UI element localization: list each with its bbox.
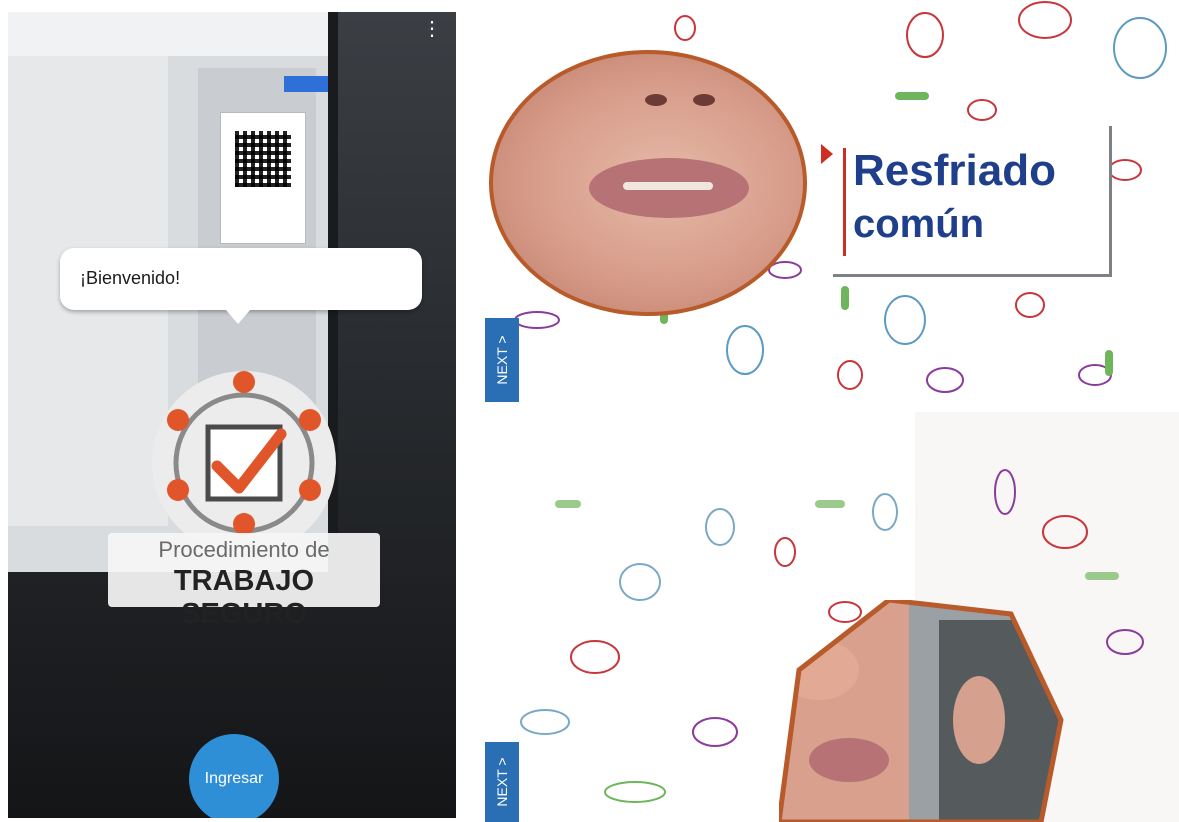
browser-topbar [8, 12, 328, 56]
cold-transmission-slide: NEXT > [485, 412, 1179, 822]
next-button[interactable]: NEXT > [485, 318, 519, 402]
nostril-right [693, 94, 715, 106]
qr-card [220, 112, 306, 244]
next-label: NEXT > [494, 335, 510, 385]
title-card: Resfriado común [821, 126, 1112, 277]
qr-code-icon [235, 131, 291, 187]
title-line-2: común [853, 202, 985, 246]
whisper-photo [779, 600, 1064, 822]
title-line-1: Resfriado [853, 146, 1056, 195]
next-button[interactable]: NEXT > [485, 742, 519, 822]
safe-work-logo-icon [152, 371, 336, 555]
app-screenshot-welcome: ⋮ ¡Bienvenido! Procedimiento de TRABAJO … [8, 12, 456, 818]
logo-caption: Procedimiento de TRABAJO SEGURO [108, 533, 380, 630]
nostril-left [645, 94, 667, 106]
title-accent-bar [843, 148, 846, 256]
teeth [623, 182, 713, 190]
mouth-photo [489, 50, 807, 316]
title-marker-icon [821, 144, 833, 164]
cold-intro-slide: Resfriado común NEXT > [485, 0, 1179, 402]
welcome-text: ¡Bienvenido! [80, 268, 181, 288]
vertical-ellipsis-icon[interactable]: ⋮ [422, 19, 442, 39]
logo-line-2: TRABAJO SEGURO [173, 565, 315, 630]
welcome-bubble: ¡Bienvenido! [60, 248, 422, 324]
next-label: NEXT > [494, 757, 510, 807]
logo-line-1: Procedimiento de [158, 537, 330, 562]
enter-button[interactable]: Ingresar [189, 734, 279, 818]
publish-button-photo [284, 76, 328, 92]
